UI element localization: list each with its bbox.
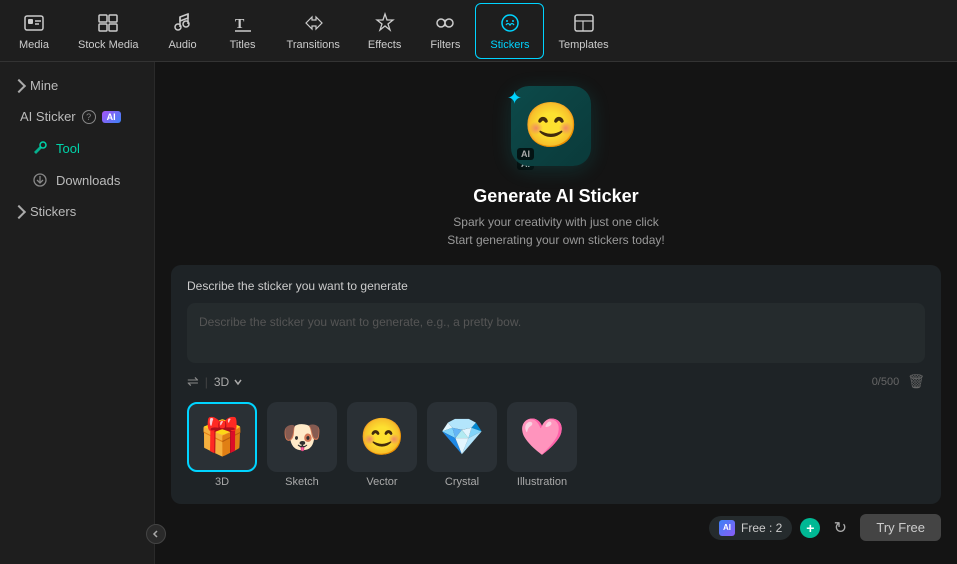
char-count: 0/500 [872,376,900,388]
nav-label-stock-media: Stock Media [78,39,139,51]
sticker-option-sketch[interactable]: 🐶 Sketch [267,402,337,488]
top-nav: Media Stock Media Audio [0,0,957,62]
svg-text:T: T [235,17,245,32]
nav-item-effects[interactable]: Effects [354,3,415,59]
hero-subtitle-line1: Spark your creativity with just one clic… [453,215,658,229]
nav-label-filters: Filters [430,39,460,51]
nav-label-effects: Effects [368,39,401,51]
ai-dot: AI [719,520,735,536]
sidebar-collapse-button[interactable] [146,524,166,544]
sidebar-label-ai-sticker: AI Sticker [20,109,76,124]
transitions-icon [301,11,325,35]
style-selector[interactable]: ⇌ | 3D [187,373,243,390]
arrow-stickers-icon [12,204,26,218]
add-credits-button[interactable]: + [800,518,820,538]
hero-icon-bg: 😊 AI [511,86,591,166]
sticker-option-3d[interactable]: 🎁 3D [187,402,257,488]
hero-title: Generate AI Sticker [473,186,638,207]
sticker-option-img-illustration: 🩷 [507,402,577,472]
nav-item-stickers[interactable]: Stickers [475,3,544,59]
sidebar-label-stickers: Stickers [30,204,76,219]
tool-icon [32,140,48,156]
char-count-area: 0/500 🗑 [872,373,925,390]
generate-panel: Describe the sticker you want to generat… [171,265,941,504]
try-free-button[interactable]: Try Free [860,514,941,541]
sticker-option-label-vector: Vector [366,476,397,488]
media-icon [22,11,46,35]
sticker-option-img-3d: 🎁 [187,402,257,472]
divider: | [205,375,208,389]
hero-star-icon: ✦ [507,88,522,109]
sticker-style-options: 🎁 3D 🐶 Sketch 😊 Vector 💎 Crystal [187,402,925,488]
sticker-description-input[interactable]: Describe the sticker you want to generat… [187,303,925,363]
sticker-option-label-3d: 3D [215,476,229,488]
nav-label-transitions: Transitions [287,39,340,51]
sidebar-label-tool: Tool [56,141,80,156]
refresh-button[interactable]: ↻ [828,516,852,540]
hero-section: AI 😊 AI ✦ Generate AI Sticker Spark your… [155,62,957,265]
hero-subtitle-line2: Start generating your own stickers today… [447,233,664,247]
nav-label-titles: Titles [230,39,256,51]
panel-label: Describe the sticker you want to generat… [187,279,925,293]
sticker-option-label-sketch: Sketch [285,476,319,488]
nav-item-transitions[interactable]: Transitions [273,3,354,59]
stock-media-icon [96,11,120,35]
sidebar-label-mine: Mine [30,78,58,93]
templates-icon [572,11,596,35]
sidebar-label-downloads: Downloads [56,173,120,188]
sticker-option-img-crystal: 💎 [427,402,497,472]
free-credits-label: Free : 2 [741,521,782,535]
main-area: Mine AI Sticker ? AI Tool Downloads [0,62,957,564]
filters-icon [433,11,457,35]
audio-icon [171,11,195,35]
nav-label-stickers: Stickers [490,39,529,51]
hero-icon-container: AI 😊 AI ✦ [511,86,601,176]
sidebar-item-tool[interactable]: Tool [0,132,154,164]
nav-item-templates[interactable]: Templates [544,3,622,59]
nav-item-media[interactable]: Media [4,3,64,59]
nav-item-audio[interactable]: Audio [153,3,213,59]
panel-toolbar: ⇌ | 3D 0/500 🗑 [187,373,925,390]
hero-ai-text: AI [517,148,534,160]
style-label: 3D [214,375,229,389]
arrow-icon [12,78,26,92]
nav-item-titles[interactable]: T Titles [213,3,273,59]
titles-icon: T [231,11,255,35]
sticker-option-img-sketch: 🐶 [267,402,337,472]
nav-item-stock-media[interactable]: Stock Media [64,3,153,59]
sidebar-item-ai-sticker[interactable]: AI Sticker ? AI [0,101,154,132]
effects-icon [373,11,397,35]
sidebar-item-mine[interactable]: Mine [0,70,154,101]
sticker-option-label-crystal: Crystal [445,476,479,488]
chevron-down-icon [233,377,243,387]
sticker-option-img-vector: 😊 [347,402,417,472]
ai-badge: AI [102,111,121,123]
nav-label-audio: Audio [168,39,196,51]
sticker-option-vector[interactable]: 😊 Vector [347,402,417,488]
sticker-option-crystal[interactable]: 💎 Crystal [427,402,497,488]
stickers-icon [498,11,522,35]
bottom-bar: AI Free : 2 + ↻ Try Free [155,504,957,551]
credits-badge: AI Free : 2 [709,516,792,540]
shuffle-icon: ⇌ [187,373,199,390]
style-dropdown[interactable]: 3D [214,375,243,389]
help-icon: ? [82,110,96,124]
hero-emoji: 😊 [524,104,579,148]
placeholder-text: Describe the sticker you want to generat… [199,315,521,329]
nav-item-filters[interactable]: Filters [415,3,475,59]
sidebar: Mine AI Sticker ? AI Tool Downloads [0,62,155,564]
sticker-option-label-illustration: Illustration [517,476,567,488]
content-area: AI 😊 AI ✦ Generate AI Sticker Spark your… [155,62,957,564]
download-icon [32,172,48,188]
sticker-option-illustration[interactable]: 🩷 Illustration [507,402,577,488]
nav-label-media: Media [19,39,49,51]
sidebar-item-downloads[interactable]: Downloads [0,164,154,196]
hero-subtitle: Spark your creativity with just one clic… [447,213,664,249]
nav-label-templates: Templates [558,39,608,51]
sidebar-item-stickers[interactable]: Stickers [0,196,154,227]
trash-icon[interactable]: 🗑 [907,373,925,390]
